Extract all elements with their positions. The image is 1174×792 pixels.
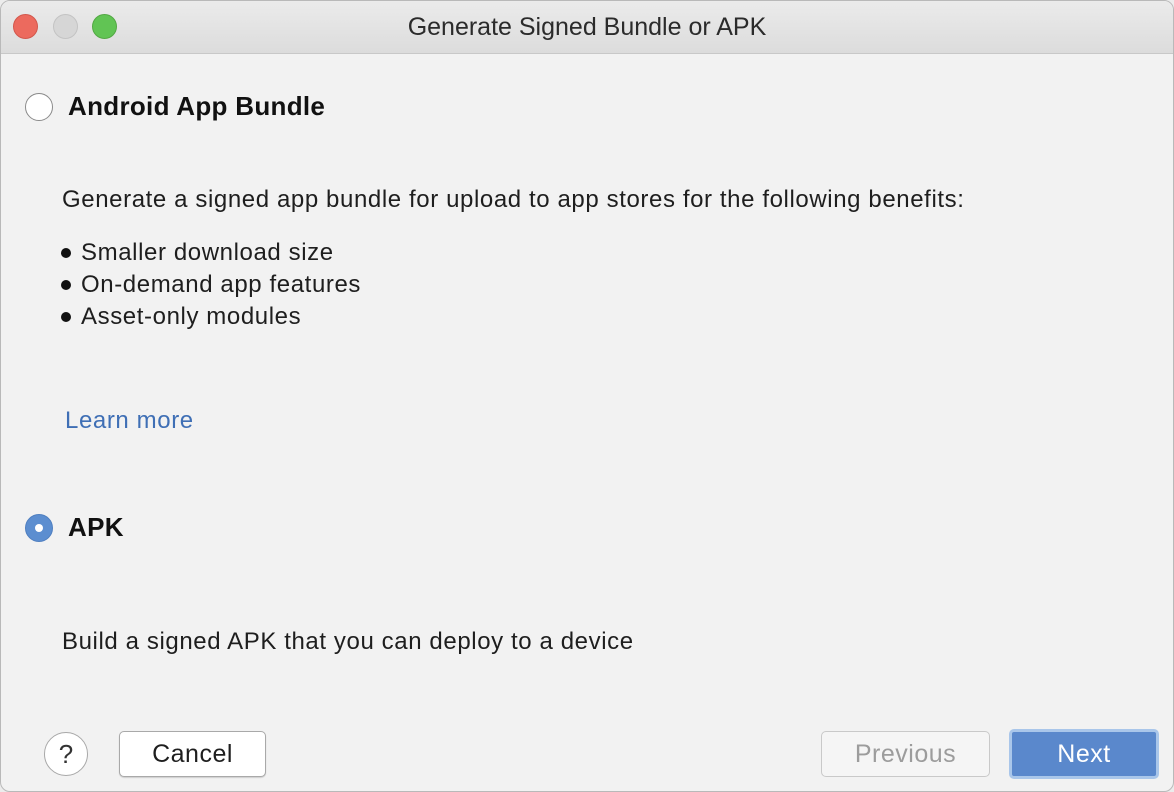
apk-radio[interactable] (25, 514, 53, 542)
next-button[interactable]: Next (1009, 729, 1159, 779)
bullet-icon (61, 312, 71, 322)
bundle-description: Generate a signed app bundle for upload … (62, 186, 965, 213)
help-icon: ? (58, 739, 74, 769)
cancel-button[interactable]: Cancel (119, 731, 266, 777)
bullet-icon (61, 248, 71, 258)
list-item: On-demand app features (61, 269, 361, 301)
previous-button[interactable]: Previous (821, 731, 990, 777)
title-bar: Generate Signed Bundle or APK (1, 1, 1173, 54)
help-button[interactable]: ? (44, 732, 88, 776)
apk-description: Build a signed APK that you can deploy t… (62, 628, 634, 655)
dialog-window: Generate Signed Bundle or APK Android Ap… (0, 0, 1174, 792)
list-item: Smaller download size (61, 237, 361, 269)
apk-option-label[interactable]: APK (68, 512, 124, 543)
window-title: Generate Signed Bundle or APK (407, 13, 767, 41)
learn-more-link[interactable]: Learn more (65, 407, 194, 435)
benefits-list: Smaller download size On-demand app feat… (61, 237, 361, 333)
list-item: Asset-only modules (61, 301, 361, 333)
bundle-radio[interactable] (25, 93, 53, 121)
bullet-icon (61, 280, 71, 290)
bundle-option-label[interactable]: Android App Bundle (68, 91, 325, 122)
